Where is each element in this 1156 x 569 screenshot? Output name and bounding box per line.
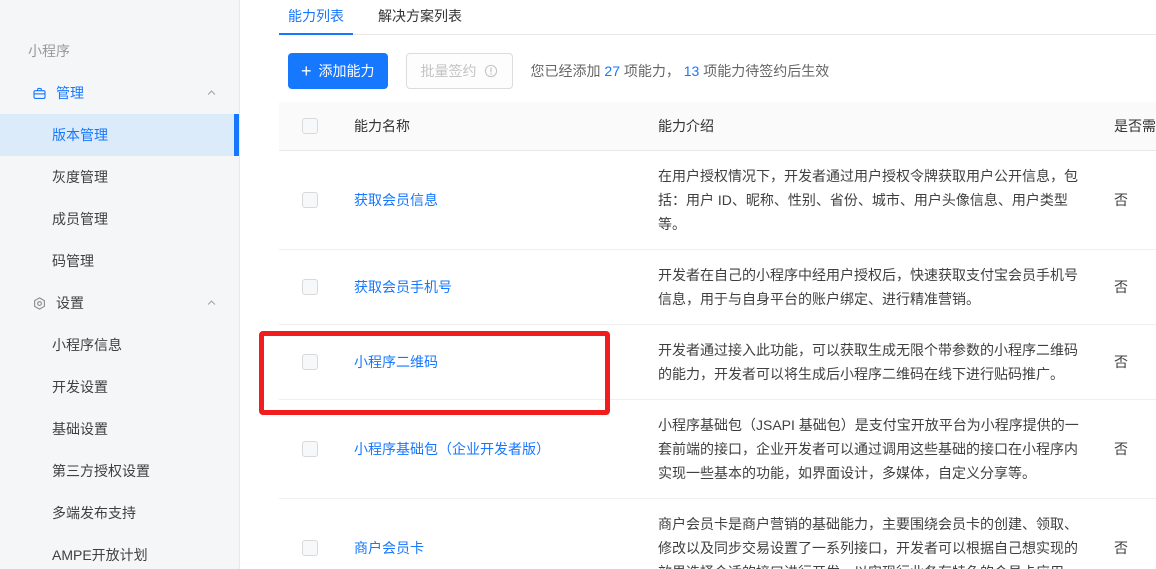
- capability-link[interactable]: 商户会员卡: [354, 538, 658, 558]
- add-capability-button[interactable]: + 添加能力: [288, 53, 388, 89]
- sidebar-item-gray-release-management[interactable]: 灰度管理: [0, 156, 239, 198]
- app-window: 小程序 管理版本管理灰度管理成员管理码管理设置小程序信息开发设置基础设置第三方授…: [0, 0, 1156, 569]
- sidebar-item-miniapp-info[interactable]: 小程序信息: [0, 324, 239, 366]
- pending-count: 13: [683, 63, 700, 79]
- capability-link[interactable]: 获取会员信息: [354, 190, 658, 210]
- sidebar-nav: 管理版本管理灰度管理成员管理码管理设置小程序信息开发设置基础设置第三方授权设置多…: [0, 72, 239, 569]
- sidebar-item-member-management[interactable]: 成员管理: [0, 198, 239, 240]
- chevron-up-icon[interactable]: [206, 88, 217, 99]
- table-row: 商户会员卡 商户会员卡是商户营销的基础能力，主要围绕会员卡的创建、领取、修改以及同…: [279, 499, 1156, 569]
- need-sign-value: 否: [1114, 192, 1128, 208]
- sidebar-item-basic-settings[interactable]: 基础设置: [0, 408, 239, 450]
- row-checkbox[interactable]: [302, 354, 318, 370]
- table-row: 小程序基础包（企业开发者版） 小程序基础包（JSAPI 基础包）是支付宝开放平台为…: [279, 400, 1156, 499]
- info-circle-icon: [484, 64, 498, 78]
- need-sign-value: 否: [1114, 441, 1128, 457]
- status-middle: 项能力，: [619, 63, 684, 79]
- capability-description: 开发者通过接入此功能，可以获取生成无限个带参数的小程序二维码的能力，开发者可以将…: [658, 342, 1078, 382]
- row-checkbox-cell: [279, 540, 354, 556]
- select-all-checkbox[interactable]: [302, 118, 318, 134]
- sidebar-item-label: 灰度管理: [52, 169, 108, 185]
- sidebar-item-multi-platform-publish[interactable]: 多端发布支持: [0, 492, 239, 534]
- need-sign-value: 否: [1114, 540, 1128, 556]
- row-checkbox-cell: [279, 441, 354, 457]
- capability-link[interactable]: 获取会员手机号: [354, 277, 658, 297]
- capability-description: 开发者在自己的小程序中经用户授权后，快速获取支付宝会员手机号信息，用于与自身平台…: [658, 267, 1078, 307]
- briefcase-icon: [32, 86, 47, 101]
- sidebar-item-label: 版本管理: [52, 127, 108, 143]
- select-all-cell: [279, 118, 354, 134]
- row-checkbox-cell: [279, 354, 354, 370]
- sidebar-item-third-party-auth[interactable]: 第三方授权设置: [0, 450, 239, 492]
- row-checkbox-cell: [279, 279, 354, 295]
- main-content: 能力列表 解决方案列表 + 添加能力 批量签约 您已经添加 27 项能力， 13 …: [240, 0, 1156, 569]
- added-count: 27: [604, 63, 620, 79]
- need-sign-value: 否: [1114, 354, 1128, 370]
- row-checkbox[interactable]: [302, 540, 318, 556]
- row-checkbox-cell: [279, 192, 354, 208]
- batch-sign-label: 批量签约: [420, 63, 477, 79]
- gear-icon: [32, 296, 47, 311]
- sidebar-item-label: AMPE开放计划: [52, 547, 148, 563]
- header-capability-name: 能力名称: [354, 118, 410, 134]
- sidebar-item-label: 基础设置: [52, 421, 108, 437]
- sidebar-item-label: 小程序信息: [52, 337, 122, 353]
- tab-bar: 能力列表 解决方案列表: [279, 0, 1156, 35]
- status-suffix: 项能力待签约后生效: [699, 63, 830, 79]
- sidebar-item-settings-group[interactable]: 设置: [0, 282, 239, 324]
- sidebar-item-label: 开发设置: [52, 379, 108, 395]
- sidebar: 小程序 管理版本管理灰度管理成员管理码管理设置小程序信息开发设置基础设置第三方授…: [0, 0, 240, 569]
- sidebar-item-label: 多端发布支持: [52, 505, 136, 521]
- add-capability-label: 添加能力: [318, 63, 375, 79]
- chevron-up-icon[interactable]: [206, 298, 217, 309]
- sidebar-item-label: 管理: [56, 85, 84, 101]
- sidebar-item-manage-group[interactable]: 管理: [0, 72, 239, 114]
- table-row-highlighted: 小程序二维码 开发者通过接入此功能，可以获取生成无限个带参数的小程序二维码的能力，…: [279, 325, 1156, 400]
- tab-capability-list[interactable]: 能力列表: [279, 0, 353, 35]
- sidebar-item-ampe-open-plan[interactable]: AMPE开放计划: [0, 534, 239, 569]
- row-checkbox[interactable]: [302, 279, 318, 295]
- status-prefix: 您已经添加: [530, 63, 605, 79]
- sidebar-item-version-management[interactable]: 版本管理: [0, 114, 239, 156]
- capability-description: 商户会员卡是商户营销的基础能力，主要围绕会员卡的创建、领取、修改以及同步交易设置…: [658, 516, 1078, 569]
- need-sign-value: 否: [1114, 279, 1128, 295]
- capability-description: 在用户授权情况下，开发者通过用户授权令牌获取用户公开信息，包括：用户 ID、昵称…: [658, 168, 1078, 232]
- capability-link[interactable]: 小程序基础包（企业开发者版）: [354, 439, 658, 459]
- plus-icon: +: [301, 61, 312, 81]
- status-text: 您已经添加 27 项能力， 13 项能力待签约后生效: [531, 61, 830, 81]
- header-need-sign: 是否需要签约: [1114, 118, 1156, 134]
- capability-link[interactable]: 小程序二维码: [354, 352, 658, 372]
- row-checkbox[interactable]: [302, 441, 318, 457]
- sidebar-item-label: 码管理: [52, 253, 94, 269]
- sidebar-item-dev-settings[interactable]: 开发设置: [0, 366, 239, 408]
- tab-solution-list[interactable]: 解决方案列表: [369, 0, 471, 34]
- capability-description: 小程序基础包（JSAPI 基础包）是支付宝开放平台为小程序提供的一套前端的接口，…: [658, 417, 1079, 481]
- table-header-row: 能力名称 能力介绍 是否需要签约: [279, 102, 1156, 151]
- sidebar-item-label: 第三方授权设置: [52, 463, 150, 479]
- sidebar-section-label: 小程序: [28, 43, 70, 59]
- table-row: 获取会员手机号 开发者在自己的小程序中经用户授权后，快速获取支付宝会员手机号信息，…: [279, 250, 1156, 325]
- table-row: 获取会员信息 在用户授权情况下，开发者通过用户授权令牌获取用户公开信息，包括：用户…: [279, 151, 1156, 250]
- sidebar-item-label: 成员管理: [52, 211, 108, 227]
- capability-table: 能力名称 能力介绍 是否需要签约 获取会员信息在用户授权情况下，开发者通过用户授…: [279, 102, 1156, 569]
- sidebar-item-code-management[interactable]: 码管理: [0, 240, 239, 282]
- header-capability-desc: 能力介绍: [658, 118, 714, 134]
- table-body: 获取会员信息 在用户授权情况下，开发者通过用户授权令牌获取用户公开信息，包括：用户…: [279, 151, 1156, 569]
- batch-sign-button[interactable]: 批量签约: [405, 53, 513, 89]
- sidebar-item-label: 设置: [56, 295, 84, 311]
- row-checkbox[interactable]: [302, 192, 318, 208]
- toolbar: + 添加能力 批量签约 您已经添加 27 项能力， 13 项能力待签约后生效: [288, 53, 1156, 89]
